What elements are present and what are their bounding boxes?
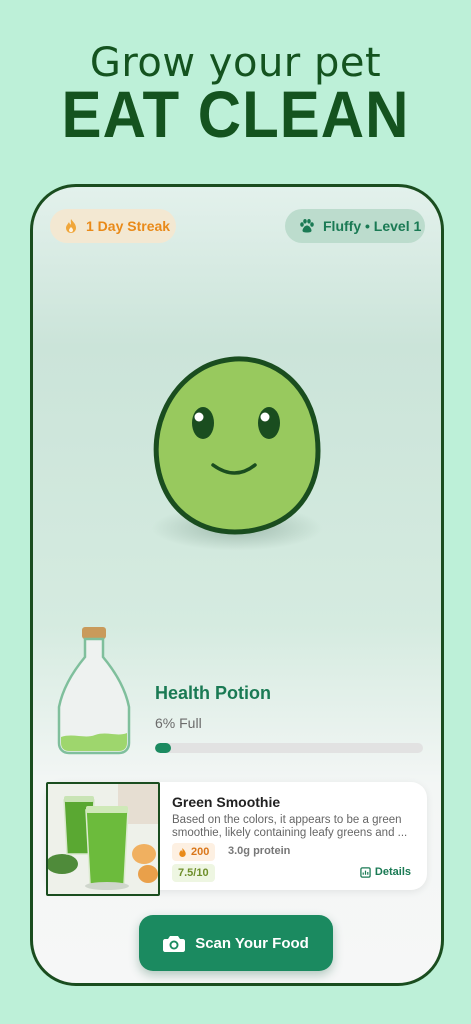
flame-icon [178, 847, 187, 858]
potion-fill-text: 6% Full [155, 715, 202, 731]
paw-icon [299, 218, 315, 234]
pet-body [153, 356, 321, 535]
flame-icon [64, 218, 78, 234]
food-thumbnail[interactable] [46, 782, 160, 896]
calorie-badge: 200 [172, 843, 216, 861]
food-card[interactable]: Green Smoothie Based on the colors, it a… [46, 782, 427, 896]
headline-title: EAT CLEAN [61, 77, 410, 152]
streak-label: 1 Day Streak [86, 218, 171, 234]
details-link[interactable]: Details [360, 866, 411, 878]
streak-badge[interactable]: 1 Day Streak [50, 209, 176, 243]
food-description-line2: smoothie, likely containing leafy greens… [172, 827, 408, 839]
document-icon [360, 866, 371, 878]
pet-left-eye [192, 407, 214, 439]
camera-icon [163, 934, 186, 952]
phone-frame: 1 Day Streak Fluffy • Level 1 Health Pot… [30, 184, 444, 986]
pet-level-label: Fluffy • Level 1 [323, 218, 422, 234]
pet-level-badge[interactable]: Fluffy • Level 1 [285, 209, 425, 243]
food-description-line1: Based on the colors, it appears to be a … [172, 814, 402, 826]
potion-title: Health Potion [155, 683, 271, 703]
pet-right-eye [258, 407, 280, 439]
calorie-value: 200 [191, 846, 210, 858]
food-title: Green Smoothie [172, 794, 281, 810]
potion-progress-fill [155, 743, 172, 753]
food-description: Based on the colors, it appears to be a … [172, 814, 418, 840]
protein-value: 3.0g protein [228, 845, 291, 857]
pet-character[interactable] [151, 355, 323, 537]
potion-progress-bar [155, 743, 423, 753]
health-score-badge: 7.5/10 [172, 864, 215, 882]
potion-bottle-icon [57, 627, 131, 755]
details-label: Details [374, 866, 411, 878]
scan-food-label: Scan Your Food [195, 934, 309, 952]
scan-food-button[interactable]: Scan Your Food [139, 915, 333, 971]
